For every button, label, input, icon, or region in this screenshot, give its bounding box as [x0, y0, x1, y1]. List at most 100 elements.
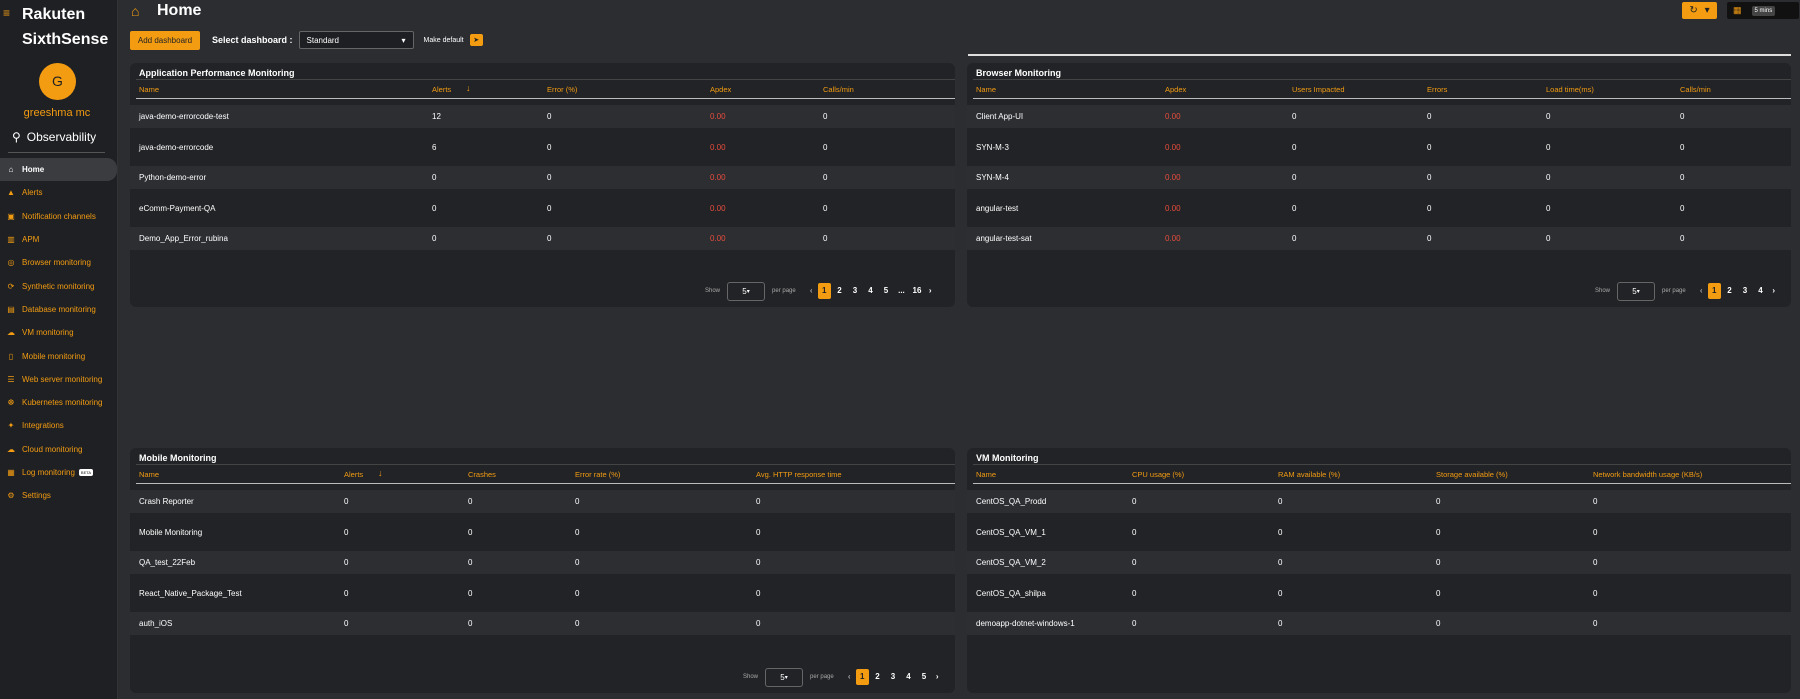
row-name[interactable]: React_Native_Package_Test [139, 589, 242, 598]
show-label: Show [1595, 288, 1611, 294]
page-number[interactable]: 3 [1737, 283, 1753, 299]
next-page-icon[interactable]: › [1768, 283, 1779, 299]
table-row[interactable]: CentOS_QA_shilpa 0 0 0 0 [967, 582, 1791, 605]
table-row[interactable]: CentOS_QA_Prodd 0 0 0 0 [967, 490, 1791, 513]
table-row[interactable]: React_Native_Package_Test 0 0 0 0 [130, 582, 955, 605]
column-header[interactable]: Alerts [432, 85, 451, 94]
column-header: RAM available (%) [1278, 470, 1341, 479]
table-row[interactable]: CentOS_QA_VM_2 0 0 0 0 [967, 551, 1791, 574]
header-divider [968, 54, 1791, 56]
sidebar-item-home[interactable]: ⌂ Home [0, 158, 117, 182]
cell-value: 0 [1427, 173, 1432, 182]
row-name[interactable]: SYN-M-3 [976, 143, 1009, 152]
table-row[interactable]: Client App-UI 0.00 0 0 0 0 [967, 105, 1791, 128]
next-page-icon[interactable]: › [925, 283, 936, 299]
page-number[interactable]: 5 [916, 669, 932, 685]
table-row[interactable]: QA_test_22Feb 0 0 0 0 [130, 551, 955, 574]
next-page-icon[interactable]: › [932, 669, 943, 685]
page-number[interactable]: 2 [1722, 283, 1738, 299]
table-row[interactable]: java-demo-errorcode 6 0 0.00 0 [130, 136, 955, 159]
cell-value: 0 [1436, 619, 1441, 628]
row-name[interactable]: CentOS_QA_shilpa [976, 589, 1046, 598]
sidebar-item-apm[interactable]: ▥ APM [0, 228, 117, 251]
table-row[interactable]: java-demo-errorcode-test 12 0 0.00 0 [130, 105, 955, 128]
row-name[interactable]: eComm-Payment-QA [139, 204, 215, 213]
sidebar-item-web-server-monitoring[interactable]: ☰ Web server monitoring [0, 368, 117, 391]
make-default-button[interactable]: ➤ [469, 34, 483, 46]
hamburger-menu-icon[interactable]: ≡ [3, 7, 13, 19]
sidebar-item-kubernetes-monitoring[interactable]: ☸ Kubernetes monitoring [0, 391, 117, 414]
sidebar-item-log-monitoring[interactable]: ▦ Log monitoring BETA [0, 461, 117, 484]
per-page-select[interactable]: 5 ▾ [1617, 281, 1656, 301]
row-name[interactable]: angular-test-sat [976, 234, 1032, 243]
row-name[interactable]: CentOS_QA_VM_2 [976, 558, 1046, 567]
table-row[interactable]: Python-demo-error 0 0 0.00 0 [130, 166, 955, 189]
row-name[interactable]: demoapp-dotnet-windows-1 [976, 619, 1075, 628]
sidebar-item-synthetic-monitoring[interactable]: ⟳ Synthetic monitoring [0, 274, 117, 297]
table-row[interactable]: SYN-M-3 0.00 0 0 0 0 [967, 136, 1791, 159]
page-number[interactable]: 1 [855, 669, 869, 685]
table-row[interactable]: angular-test-sat 0.00 0 0 0 0 [967, 227, 1791, 250]
table-row[interactable]: auth_iOS 0 0 0 0 [130, 612, 955, 635]
show-label: Show [705, 288, 721, 294]
table-row[interactable]: eComm-Payment-QA 0 0 0.00 0 [130, 197, 955, 220]
row-name[interactable]: angular-test [976, 204, 1018, 213]
row-name[interactable]: Crash Reporter [139, 497, 194, 506]
table-row[interactable]: Mobile Monitoring 0 0 0 0 [130, 521, 955, 544]
sidebar-item-mobile-monitoring[interactable]: ▯ Mobile monitoring [0, 344, 117, 367]
table-row[interactable]: CentOS_QA_VM_1 0 0 0 0 [967, 521, 1791, 544]
sidebar-item-database-monitoring[interactable]: ▤ Database monitoring [0, 298, 117, 321]
sidebar-item-alerts[interactable]: ▲ Alerts [0, 181, 117, 204]
section-observability[interactable]: ⚲ Observability [12, 130, 96, 144]
sidebar-item-integrations[interactable]: ✦ Integrations [0, 414, 117, 437]
cell-value: 0 [344, 558, 349, 567]
avatar[interactable]: G [39, 63, 76, 100]
row-name[interactable]: Client App-UI [976, 112, 1023, 121]
prev-page-icon[interactable]: ‹ [844, 669, 855, 685]
table-row[interactable]: SYN-M-4 0.00 0 0 0 0 [967, 166, 1791, 189]
row-name[interactable]: Demo_App_Error_rubina [139, 234, 228, 243]
column-header[interactable]: Alerts [344, 470, 363, 479]
table-row[interactable]: demoapp-dotnet-windows-1 0 0 0 0 [967, 612, 1791, 635]
sidebar-item-browser-monitoring[interactable]: ◎ Browser monitoring [0, 251, 117, 274]
row-name[interactable]: Mobile Monitoring [139, 528, 202, 537]
sort-arrow-icon[interactable]: ↓ [378, 468, 383, 478]
prev-page-icon[interactable]: ‹ [1696, 283, 1707, 299]
row-name[interactable]: CentOS_QA_Prodd [976, 497, 1046, 506]
prev-page-icon[interactable]: ‹ [806, 283, 817, 299]
page-number[interactable]: 5 [878, 283, 894, 299]
row-name[interactable]: java-demo-errorcode [139, 143, 213, 152]
refresh-button[interactable]: ↻ ▾ [1682, 2, 1717, 19]
table-row[interactable]: angular-test 0.00 0 0 0 0 [967, 197, 1791, 220]
page-number[interactable]: 4 [863, 283, 879, 299]
per-page-select[interactable]: 5 ▾ [765, 667, 804, 687]
page-number[interactable]: 2 [870, 669, 886, 685]
time-interval-selector[interactable]: ▦ 5 mins [1727, 2, 1799, 19]
column-header: Error rate (%) [575, 470, 621, 479]
row-name[interactable]: QA_test_22Feb [139, 558, 195, 567]
page-number[interactable]: 3 [847, 283, 863, 299]
row-name[interactable]: auth_iOS [139, 619, 172, 628]
row-name[interactable]: java-demo-errorcode-test [139, 112, 229, 121]
dashboard-select[interactable]: Standard ▾ [298, 31, 414, 49]
sidebar-item-settings[interactable]: ⚙ Settings [0, 484, 117, 507]
sort-arrow-icon[interactable]: ↓ [466, 83, 471, 93]
page-number[interactable]: 4 [1753, 283, 1769, 299]
sidebar-item-vm-monitoring[interactable]: ☁ VM monitoring [0, 321, 117, 344]
row-name[interactable]: Python-demo-error [139, 173, 206, 182]
page-number[interactable]: 3 [885, 669, 901, 685]
page-number[interactable]: 16 [909, 283, 925, 299]
page-number[interactable]: 1 [817, 283, 831, 299]
page-number[interactable]: 1 [1707, 283, 1721, 299]
row-name[interactable]: SYN-M-4 [976, 173, 1009, 182]
sidebar-item-notification-channels[interactable]: ▣ Notification channels [0, 205, 117, 228]
sidebar-item-cloud-monitoring[interactable]: ☁ Cloud monitoring [0, 438, 117, 461]
page-number[interactable]: 2 [832, 283, 848, 299]
table-row[interactable]: Crash Reporter 0 0 0 0 [130, 490, 955, 513]
table-row[interactable]: Demo_App_Error_rubina 0 0 0.00 0 [130, 227, 955, 250]
page-number[interactable]: ... [894, 283, 910, 299]
per-page-select[interactable]: 5 ▾ [727, 281, 766, 301]
add-dashboard-button[interactable]: Add dashboard [130, 30, 200, 50]
page-number[interactable]: 4 [901, 669, 917, 685]
row-name[interactable]: CentOS_QA_VM_1 [976, 528, 1046, 537]
